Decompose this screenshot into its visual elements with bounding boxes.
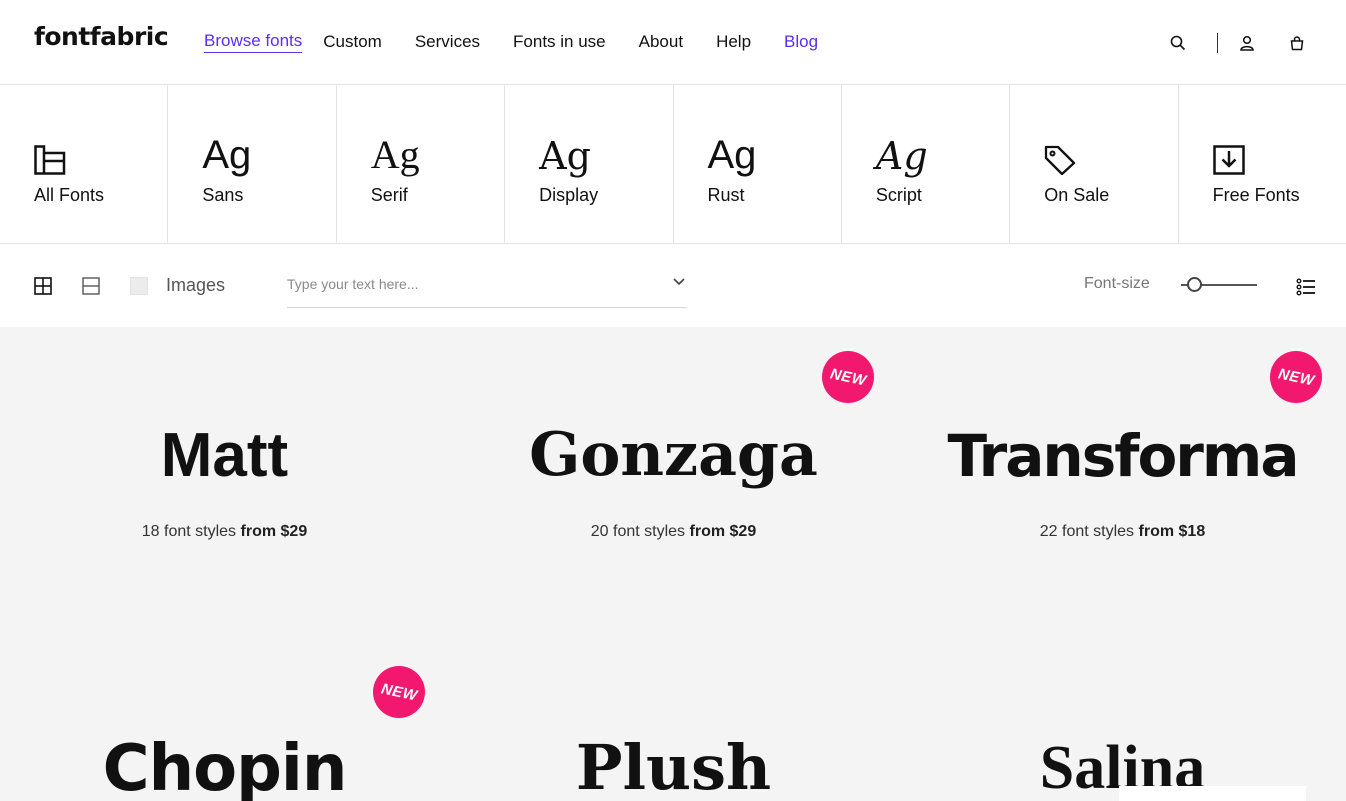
font-size-slider[interactable] — [1181, 276, 1257, 294]
category-rust[interactable]: Ag Rust — [674, 85, 842, 243]
download-icon — [1212, 129, 1245, 175]
new-badge: NEW — [373, 666, 425, 718]
nav-services[interactable]: Services — [415, 32, 480, 52]
category-all-fonts[interactable]: All Fonts — [0, 85, 169, 243]
category-label: Sans — [202, 185, 244, 205]
nav-fonts-in-use[interactable]: Fonts in use — [513, 32, 606, 52]
nav-browse-fonts[interactable]: Browse fonts — [204, 31, 303, 53]
font-size-label: Font-size — [1084, 275, 1150, 292]
search-icon[interactable] — [1169, 34, 1187, 52]
badge-label: NEW — [828, 364, 868, 390]
category-label: Script — [875, 185, 922, 205]
badge-label: NEW — [1276, 364, 1316, 390]
font-card-chopin[interactable]: NEW Chopin — [0, 637, 449, 801]
category-sans[interactable]: Ag Sans — [168, 85, 337, 243]
font-grid: Matt 18 font styles from $29 NEW Gonzaga… — [0, 327, 1346, 801]
font-card-matt[interactable]: Matt 18 font styles from $29 — [0, 327, 449, 577]
font-price: from $29 — [240, 523, 308, 540]
font-card-gonzaga[interactable]: NEW Gonzaga 20 font styles from $29 — [449, 327, 898, 577]
font-price: from $29 — [689, 523, 757, 540]
overlay-strip — [1119, 786, 1306, 801]
category-on-sale[interactable]: On Sale — [1010, 85, 1179, 243]
header-divider — [1217, 33, 1218, 53]
category-label: Display — [539, 185, 599, 205]
rust-glyph: Ag — [707, 133, 757, 177]
category-label: All Fonts — [34, 185, 105, 205]
font-styles: 20 font styles — [590, 523, 686, 540]
slider-knob[interactable] — [1187, 277, 1203, 292]
new-badge: NEW — [1270, 351, 1322, 403]
category-free-fonts[interactable]: Free Fonts — [1179, 85, 1346, 243]
font-name: Matt — [160, 421, 289, 490]
category-label: Serif — [370, 185, 408, 205]
site-header: fontfabric Browse fonts Custom Services … — [0, 0, 1346, 85]
category-bar: All Fonts Ag Sans Ag Serif Ag Display Ag… — [0, 85, 1346, 244]
sans-glyph: Ag — [202, 133, 252, 177]
grid-view-icon[interactable] — [33, 276, 53, 296]
preview-text-field — [287, 268, 687, 308]
display-glyph: Ag — [539, 134, 591, 178]
preview-text-input[interactable] — [287, 268, 657, 300]
fontfabric-logo[interactable]: fontfabric — [34, 22, 169, 51]
header-actions — [1169, 30, 1306, 56]
folder-icon — [34, 129, 66, 175]
font-styles: 18 font styles — [141, 523, 237, 540]
font-meta: 20 font styles from $29 — [449, 523, 898, 541]
font-styles: 22 font styles — [1039, 523, 1135, 540]
chevron-down-icon[interactable] — [671, 274, 687, 290]
font-card-salina[interactable]: Salina — [898, 637, 1346, 801]
user-icon[interactable] — [1238, 34, 1256, 52]
font-meta: 18 font styles from $29 — [0, 523, 449, 541]
images-checkbox[interactable] — [130, 277, 148, 295]
font-name: Plush — [575, 731, 772, 801]
serif-glyph: Ag — [370, 132, 420, 177]
nav-blog[interactable]: Blog — [784, 32, 818, 52]
category-serif[interactable]: Ag Serif — [337, 85, 506, 243]
filter-toolbar: Images Font-size — [0, 244, 1346, 327]
font-meta: 22 font styles from $18 — [898, 523, 1346, 541]
nav-custom[interactable]: Custom — [323, 32, 382, 52]
nav-about[interactable]: About — [639, 32, 683, 52]
category-label: Free Fonts — [1212, 185, 1300, 205]
script-glyph: Ag — [875, 134, 928, 178]
category-label: Rust — [707, 185, 745, 205]
font-name: Gonzaga — [529, 420, 818, 490]
font-name: Transforma — [947, 422, 1299, 490]
nav-help[interactable]: Help — [716, 32, 751, 52]
font-name: Chopin — [102, 732, 348, 801]
main-nav: Browse fonts Custom Services Fonts in us… — [204, 31, 851, 53]
category-label: On Sale — [1044, 185, 1110, 205]
images-label: Images — [166, 275, 226, 295]
list-view-icon[interactable] — [81, 276, 101, 296]
details-list-icon[interactable] — [1296, 277, 1316, 297]
cart-icon[interactable] — [1288, 34, 1306, 52]
font-price: from $18 — [1138, 523, 1206, 540]
category-display[interactable]: Ag Display — [505, 85, 674, 243]
tag-icon — [1044, 129, 1076, 175]
font-card-transforma[interactable]: NEW Transforma 22 font styles from $18 — [898, 327, 1346, 577]
badge-label: NEW — [379, 679, 419, 705]
new-badge: NEW — [822, 351, 874, 403]
category-script[interactable]: Ag Script — [842, 85, 1011, 243]
font-card-plush[interactable]: Plush — [449, 637, 898, 801]
